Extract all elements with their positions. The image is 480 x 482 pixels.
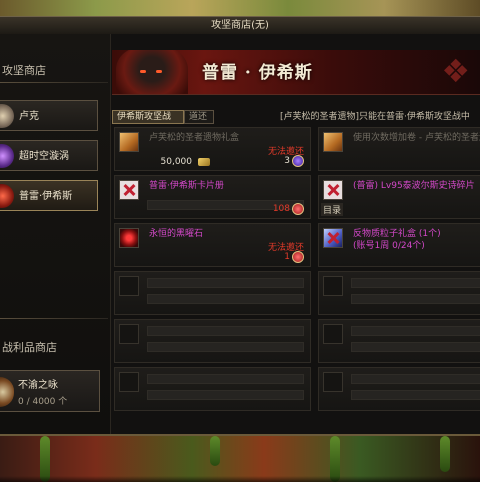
event-item-count: 0 / 4000 个 (18, 394, 67, 407)
boss-portrait-icon (116, 50, 188, 95)
tab-isys-raid[interactable]: 伊希斯攻坚战 (112, 110, 184, 124)
vine-decoration (210, 436, 220, 466)
sidebar: 攻坚商店 卢克 超时空漩涡 普雷·伊希斯 战利品商店 不渝之咏 0 / 4000… (0, 34, 111, 434)
event-item-icon (0, 377, 14, 407)
empty-slot (114, 367, 311, 411)
empty-slot (318, 271, 480, 315)
shop-notice: [卢芙松的圣者遗物]只能在普雷·伊希斯攻坚战中 (280, 110, 480, 124)
shop-window: 攻坚商店 卢克 超时空漩涡 普雷·伊希斯 战利品商店 不渝之咏 0 / 4000… (0, 34, 480, 434)
sidebar-item-label: 卢克 (19, 101, 39, 132)
background-scenery-bottom (0, 434, 480, 482)
item-name: 普雷·伊希斯卡片册 (149, 178, 224, 191)
empty-slot (318, 319, 480, 363)
currency-icon (292, 251, 304, 263)
card-album-icon (119, 180, 139, 200)
empty-slot (114, 271, 311, 315)
item-price: 50,000 (161, 157, 193, 167)
item-name: (普雷) Lv95泰波尔斯史诗碎片 (353, 178, 475, 191)
item-name: 使用次数增加卷 - 卢芙松的圣者遗物 (353, 130, 480, 143)
item-grid: 卢芙松的圣者遗物礼盒 无法邀还 50,000 3 使用次数增加卷 - 卢芙松的圣… (112, 127, 480, 419)
sidebar-shop-title: 攻坚商店 (2, 62, 46, 78)
sidebar-item-label: 超时空漩涡 (19, 141, 69, 172)
item-limit: (账号1周 0/24个) (353, 238, 425, 251)
event-item-name: 不渝之咏 (18, 376, 58, 391)
shop-item[interactable]: 普雷·伊希斯卡片册 108 (114, 175, 311, 219)
item-stock: 3 (284, 156, 290, 166)
empty-slot (114, 319, 311, 363)
currency-icon (292, 155, 304, 167)
divider (0, 82, 108, 83)
item-stock: 108 (273, 204, 290, 214)
tab-return[interactable]: 道还 (184, 110, 214, 124)
sidebar-item-time-vortex[interactable]: 超时空漩涡 (0, 140, 98, 171)
sidebar-item-luke[interactable]: 卢克 (0, 100, 98, 131)
gold-icon (198, 158, 210, 166)
item-name: 永恒的黑曜石 (149, 226, 203, 239)
gift-box-icon (119, 132, 139, 152)
shop-item[interactable]: 反物质粒子礼盒 (1个) (账号1周 0/24个) 无 (318, 223, 480, 267)
reward-shop-title: 战利品商店 (2, 339, 57, 355)
particle-box-icon (323, 228, 343, 248)
gift-box-icon (323, 132, 343, 152)
item-stock: 1 (284, 252, 290, 262)
prey-isys-icon (0, 184, 14, 208)
npc-banner: 普雷 · 伊希斯 ❖ (112, 50, 480, 95)
decorative-glyph-icon: ❖ (441, 52, 470, 90)
shop-item[interactable]: 使用次数增加卷 - 卢芙松的圣者遗物 无 (318, 127, 480, 171)
item-name: 卢芙松的圣者遗物礼盒 (149, 130, 239, 143)
shop-item[interactable]: 卢芙松的圣者遗物礼盒 无法邀还 50,000 3 (114, 127, 311, 171)
catalog-button[interactable]: 目录 (321, 203, 343, 216)
currency-icon (292, 203, 304, 215)
sidebar-item-label: 普雷·伊希斯 (19, 181, 72, 212)
shop-item[interactable]: 永恒的黑曜石 无法邀还 1 (114, 223, 311, 267)
divider (0, 318, 108, 319)
sidebar-item-prey-isys[interactable]: 普雷·伊希斯 (0, 180, 98, 211)
obsidian-icon (119, 228, 139, 248)
banner-title: 普雷 · 伊希斯 (202, 58, 313, 83)
shop-item[interactable]: (普雷) Lv95泰波尔斯史诗碎片 目录 (318, 175, 480, 219)
window-title: 攻坚商店(无) (0, 16, 480, 35)
luke-icon (0, 104, 14, 128)
empty-slot (318, 367, 480, 411)
vortex-icon (0, 144, 14, 168)
event-item-card[interactable]: 不渝之咏 0 / 4000 个 (0, 370, 100, 412)
boss-eye (156, 70, 162, 73)
epic-fragment-icon (323, 180, 343, 200)
boss-eye (140, 70, 146, 73)
vine-decoration (440, 436, 450, 472)
